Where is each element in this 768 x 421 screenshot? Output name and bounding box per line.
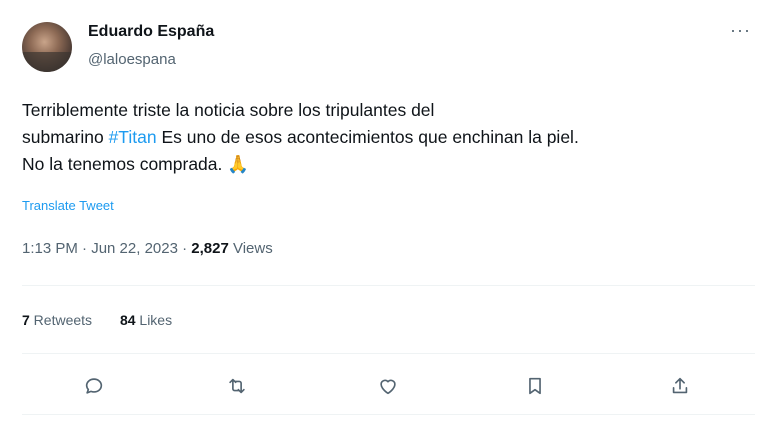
avatar-shade [22, 52, 72, 72]
divider-top [22, 285, 755, 286]
likes-stat[interactable]: 84 Likes [120, 312, 172, 328]
translate-tweet-link[interactable]: Translate Tweet [22, 198, 114, 213]
praying-hands-emoji: 🙏 [227, 154, 250, 174]
avatar[interactable] [22, 22, 72, 72]
reply-button[interactable] [80, 372, 108, 400]
share-button[interactable] [666, 372, 694, 400]
tweet-line-2-end: Es uno de esos acontecimientos que enchi… [156, 127, 579, 147]
more-options-button[interactable]: ··· [730, 21, 751, 39]
tweet-text: Terriblemente triste la noticia sobre lo… [22, 97, 752, 178]
likes-count: 84 [119, 312, 136, 328]
tweet-meta: 1:13 PM · Jun 22, 2023 · 2,827 Views [22, 240, 273, 257]
like-icon [380, 379, 396, 395]
author-name[interactable]: Eduardo España [88, 23, 214, 41]
share-icon [672, 377, 688, 394]
retweets-label: Retweets [29, 312, 93, 328]
tweet-line-2: submarino #Titan Es uno de esos aconteci… [22, 124, 752, 151]
tweet-line-2-start: submarino [22, 127, 109, 147]
tweet-stats: 7 Retweets 84 Likes [22, 312, 196, 328]
retweet-button[interactable] [223, 372, 251, 400]
bookmark-button[interactable] [521, 372, 549, 400]
views-count: 2,827 [191, 240, 229, 257]
tweet-line-3: No la tenemos comprada. 🙏 [22, 151, 752, 178]
likes-label: Likes [135, 312, 173, 328]
divider-bottom [22, 414, 755, 415]
author-handle[interactable]: @laloespana [88, 51, 176, 68]
views-label: Views [228, 240, 273, 257]
tweet-line-3-text: No la tenemos comprada. [22, 154, 228, 174]
like-button[interactable] [374, 372, 402, 400]
divider-middle [22, 353, 755, 354]
retweet-icon [229, 378, 245, 394]
retweets-count: 7 [22, 312, 30, 328]
tweet-line-1: Terriblemente triste la noticia sobre lo… [22, 100, 435, 120]
timestamp-link[interactable]: 1:13 PM · Jun 22, 2023 · [22, 240, 191, 257]
bookmark-icon [529, 377, 541, 395]
reply-icon [85, 378, 103, 394]
retweets-stat[interactable]: 7 Retweets [22, 312, 92, 328]
hashtag-link[interactable]: #Titan [109, 127, 157, 147]
